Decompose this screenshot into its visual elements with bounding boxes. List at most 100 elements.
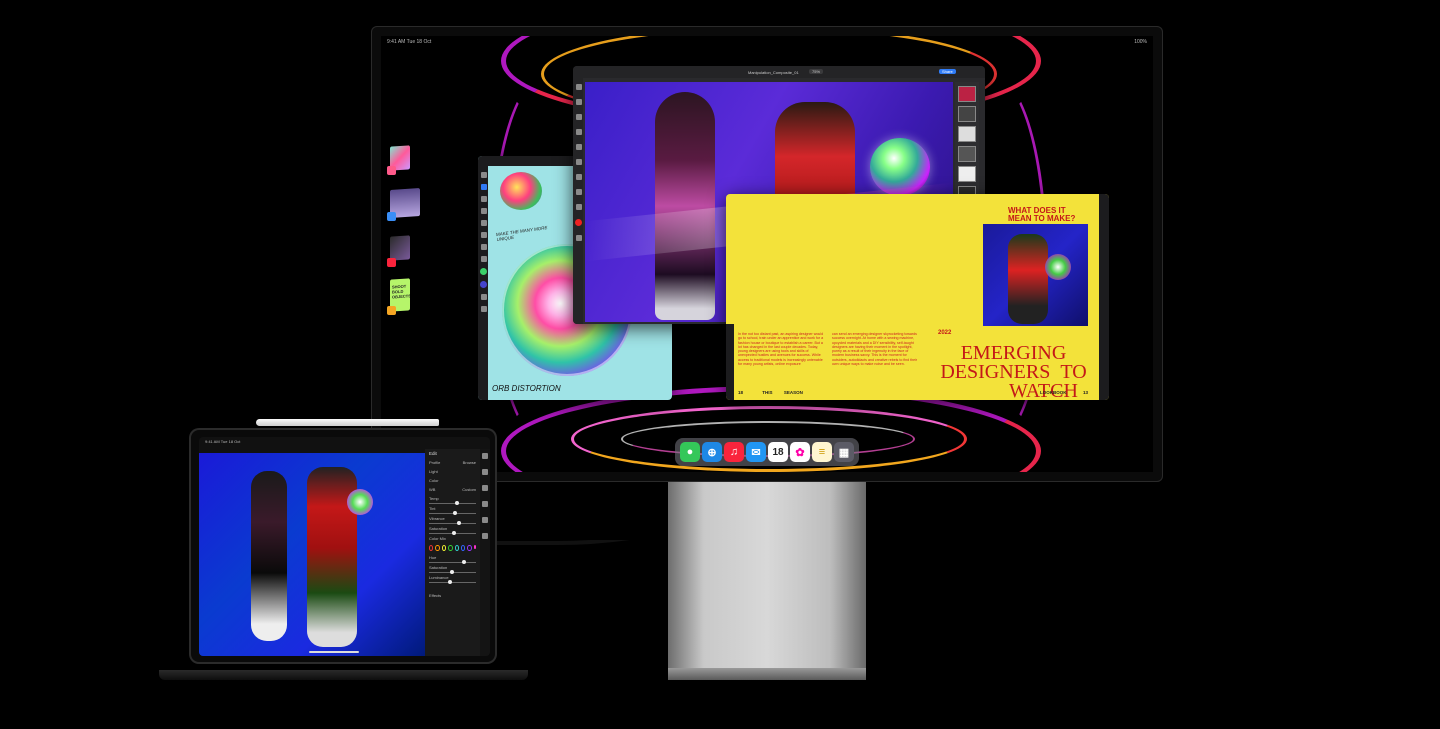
dock: ● ⊕ ♫ ✉ 18 ✿ ≡ ▦ — [675, 438, 859, 466]
edit-panel-title: Edit — [429, 451, 437, 456]
layer-thumb[interactable] — [958, 126, 976, 142]
swatch-aqua[interactable] — [454, 545, 459, 551]
swatch-purple[interactable] — [467, 545, 472, 551]
sample-icon[interactable] — [575, 235, 582, 241]
lasso-tool-icon[interactable] — [575, 114, 582, 120]
saturation-slider[interactable] — [429, 531, 476, 535]
eyedropper-tool-icon[interactable] — [575, 204, 582, 210]
color-swatch[interactable] — [480, 268, 487, 275]
stage-item-music[interactable] — [390, 235, 410, 261]
footer-this: THIS — [762, 390, 773, 395]
layer-thumb[interactable] — [958, 166, 976, 182]
zoom-level[interactable]: 75% — [809, 69, 824, 74]
mix-saturation-slider[interactable] — [429, 570, 476, 574]
crop-tool-icon[interactable] — [575, 189, 582, 195]
luminance-slider[interactable] — [429, 580, 476, 584]
panel-row-effects[interactable]: Effects — [425, 591, 480, 600]
app-library-icon[interactable]: ▦ — [834, 442, 854, 462]
swatch-green[interactable] — [448, 545, 453, 551]
swatch-red[interactable] — [429, 545, 434, 551]
ipad-edit-panel: Edit Profile Browse Light Color WB Custom … — [425, 449, 480, 656]
edit-tool-icon[interactable] — [482, 453, 488, 459]
panel-row-temp[interactable]: Temp — [425, 494, 480, 503]
layer-thumb[interactable] — [958, 146, 976, 162]
eraser-tool-icon[interactable] — [575, 144, 582, 150]
photoshop-left-toolbar — [573, 78, 583, 324]
calendar-icon[interactable]: 18 — [768, 442, 788, 462]
panel-row-vibrance[interactable]: Vibrance — [425, 514, 480, 523]
selection-tool-icon[interactable] — [575, 99, 582, 105]
swatch-orange[interactable] — [435, 545, 440, 551]
panel-row-light[interactable]: Light — [425, 467, 480, 476]
text-icon[interactable] — [480, 256, 487, 262]
tint-slider[interactable] — [429, 511, 476, 515]
layers-icon[interactable] — [480, 208, 487, 214]
magic-keyboard — [159, 670, 528, 680]
article-column-2: can send an emerging designer skyrocketi… — [832, 332, 918, 367]
monitor-screen: 9:41 AM Tue 18 Oct 100% SHOOT BOLD OBJEC… — [381, 36, 1153, 472]
swatch-magenta[interactable] — [473, 545, 476, 549]
hue-slider[interactable] — [429, 560, 476, 564]
vibrance-slider[interactable] — [429, 521, 476, 525]
foreground-color-swatch[interactable] — [575, 219, 582, 226]
photos-icon[interactable]: ✿ — [790, 442, 810, 462]
panel-row-luminance[interactable]: Luminance — [425, 573, 480, 582]
versions-icon[interactable] — [482, 533, 488, 539]
mask-tool-icon[interactable] — [482, 501, 488, 507]
usb-c-cable — [497, 540, 630, 545]
brush-tool-icon[interactable] — [575, 129, 582, 135]
mail-icon[interactable]: ✉ — [746, 442, 766, 462]
messages-icon[interactable]: ● — [680, 442, 700, 462]
monitor-stand-foot — [668, 668, 866, 680]
canvas-title-text: ORB DISTORTION — [492, 384, 561, 393]
share-button[interactable]: Share — [939, 69, 956, 74]
crop-tool-icon[interactable] — [482, 469, 488, 475]
brush-icon[interactable] — [480, 172, 487, 178]
footer-lookbook: LOOKBOOK — [1040, 390, 1067, 395]
notes-icon[interactable]: ≡ — [812, 442, 832, 462]
redo-icon[interactable] — [480, 306, 487, 312]
layer-thumb[interactable] — [958, 106, 976, 122]
magazine-left-toolbar — [726, 324, 734, 400]
procreate-app-icon — [387, 166, 396, 175]
color-mix-swatches — [425, 543, 480, 553]
footer-page-right: 13 — [1083, 390, 1089, 395]
layer-thumb[interactable] — [958, 86, 976, 102]
ipad-right-toolbar — [480, 449, 490, 656]
panel-row-color-mix[interactable]: Color Mix — [425, 534, 480, 543]
music-icon[interactable]: ♫ — [724, 442, 744, 462]
magazine-right-toolbar — [1099, 194, 1109, 400]
panel-row-hue[interactable]: Hue — [425, 553, 480, 562]
ipad-photo-canvas[interactable] — [199, 453, 425, 656]
fill-tool-icon[interactable] — [575, 159, 582, 165]
heal-tool-icon[interactable] — [482, 485, 488, 491]
procreate-toolbar — [478, 166, 488, 400]
type-tool-icon[interactable] — [575, 174, 582, 180]
color-swatch[interactable] — [480, 281, 487, 288]
panel-row-wb[interactable]: WB Custom — [425, 485, 480, 494]
presets-icon[interactable] — [482, 517, 488, 523]
temp-slider[interactable] — [429, 501, 476, 505]
transform-icon[interactable] — [480, 220, 487, 226]
move-tool-icon[interactable] — [575, 84, 582, 90]
article-column-1: In the not too distant past, an aspiring… — [738, 332, 824, 367]
swatch-yellow[interactable] — [441, 545, 447, 551]
orb-artwork-small — [500, 172, 542, 210]
undo-icon[interactable] — [480, 294, 487, 300]
panel-row-profile[interactable]: Profile Browse — [425, 458, 480, 467]
adjust-icon[interactable] — [480, 244, 487, 250]
swatch-blue[interactable] — [460, 545, 466, 551]
panel-row-color[interactable]: Color — [425, 476, 480, 485]
footer-page-left: 18 — [738, 390, 744, 395]
smudge-icon[interactable] — [480, 184, 487, 190]
magazine-photo-orb — [1045, 254, 1071, 280]
notes-app-icon — [387, 306, 396, 315]
magazine-window[interactable]: WHAT DOES IT MEAN TO MAKE? 2022 In the n… — [726, 194, 1109, 400]
files-app-icon — [387, 212, 396, 221]
eraser-icon[interactable] — [480, 196, 487, 202]
footer-season: SEASON — [783, 390, 803, 395]
notes-thumb-text: SHOOT BOLD OBJECTS — [392, 283, 410, 300]
document-title[interactable]: Manipulation_Composite_01 — [748, 70, 799, 75]
selection-icon[interactable] — [480, 232, 487, 238]
safari-icon[interactable]: ⊕ — [702, 442, 722, 462]
